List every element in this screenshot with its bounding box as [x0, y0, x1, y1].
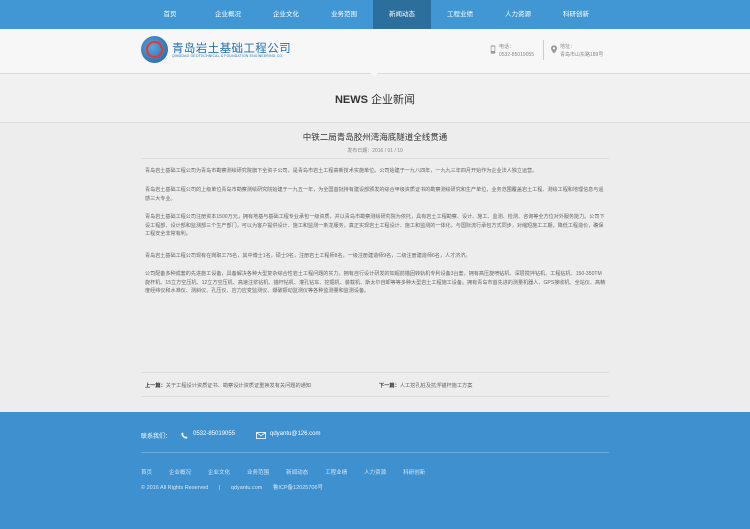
phone-number: 0532-85019055 [499, 52, 535, 58]
phone-icon [181, 432, 188, 439]
article-paragraph: 青岛岩土基础工程公司的上级单位青岛市勘察测绘研究院始建于一九五一年，为全国首批持… [145, 187, 604, 202]
article-paragraph: 青岛岩土基础工程公司注册资本1500万元，拥有地基与基础工程专业承包一级资质，并… [145, 214, 605, 238]
next-label: 下一篇： [379, 383, 400, 389]
footer-link-human-resources[interactable]: 人力资源 [364, 468, 386, 476]
section-title-en: NEWS [334, 94, 368, 106]
prev-article-link[interactable]: 上一篇：关于工程设计资质证书、勘察设计资质证重换发有关问题的通知 [145, 382, 311, 389]
article-paragraph: 青岛岩土基础工程公司现有在岗职工75名，其中博士1名，硕士9名，注册岩土工程师8… [145, 253, 471, 259]
phone-label: 电话： [499, 44, 515, 50]
footer-email[interactable]: qdyantu@126.com [270, 431, 320, 437]
footer-link-home[interactable]: 首页 [141, 468, 152, 476]
nav-item-corporate-culture[interactable]: 企业文化 [257, 0, 315, 29]
prev-label: 上一篇： [145, 383, 166, 389]
article-divider [141, 158, 609, 159]
prev-next-divider-bottom [141, 396, 609, 397]
footer-link-research[interactable]: 科研创新 [403, 468, 425, 476]
nav-menu: 首页 企业概况 企业文化 业务范围 新闻动态 工程业绩 人力资源 科研创新 [141, 0, 605, 29]
footer-divider [141, 452, 609, 453]
footer-links: 首页 企业概况 企业文化 业务范围 新闻动态 工程业绩 人力资源 科研创新 [141, 468, 442, 476]
article-paragraph: 公司配备多种成套的先进施工设备，具备解决各种大型复杂综合性岩土工程问题的实力。拥… [145, 271, 606, 295]
article-date: 发布日期：2016 / 01 / 19 [347, 148, 403, 154]
nav-item-home[interactable]: 首页 [141, 0, 199, 29]
section-title: NEWS 企业新闻 [0, 91, 750, 107]
section-title-cn: 企业新闻 [371, 94, 416, 106]
copyright-separator: | [218, 485, 221, 491]
next-title[interactable]: 人工挖孔桩及抗浮锚杆施工方案 [400, 383, 473, 389]
email-icon [256, 432, 266, 439]
site-header [0, 29, 750, 73]
company-logo[interactable] [141, 36, 168, 63]
phone-icon [490, 45, 496, 54]
footer-copyright: © 2016 All Rights Reserved | qdyantu.com… [141, 483, 332, 491]
next-article-link[interactable]: 下一篇：人工挖孔桩及抗浮锚杆施工方案 [379, 382, 472, 389]
nav-item-research[interactable]: 科研创新 [547, 0, 605, 29]
nav-item-projects[interactable]: 工程业绩 [431, 0, 489, 29]
nav-item-human-resources[interactable]: 人力资源 [489, 0, 547, 29]
header-phone: 电话： 0532-85019055 [499, 43, 534, 59]
prev-title[interactable]: 关于工程设计资质证书、勘察设计资质证重换发有关问题的通知 [166, 383, 311, 389]
footer-contact-label: 联系我们： [141, 434, 172, 440]
article-paragraph: 青岛岩土基础工程公司为青岛市勘察测绘研究院旗下全资子公司，是青岛市岩土工程高新技… [145, 168, 538, 174]
company-name-english: QINGDAO GEOTECHNICAL & FOUNDATION ENGINE… [172, 54, 284, 58]
copyright-text: © 2016 All Rights Reserved [141, 485, 209, 491]
footer-link-news[interactable]: 新闻动态 [286, 468, 308, 476]
location-pin-icon [551, 45, 557, 54]
banner-notch [369, 72, 379, 77]
footer-link-projects[interactable]: 工程业绩 [325, 468, 347, 476]
header-address: 地址： 青岛市山东路189号 [560, 43, 603, 59]
nav-item-company-overview[interactable]: 企业概况 [199, 0, 257, 29]
header-divider [543, 40, 544, 60]
footer-phone: 0532-85019055 [193, 431, 236, 437]
footer-link-business-scope[interactable]: 业务范围 [247, 468, 269, 476]
prev-next-divider-top [141, 372, 609, 373]
footer-icp[interactable]: 鲁ICP备12025706号 [273, 485, 323, 491]
footer-link-company-overview[interactable]: 企业概况 [169, 468, 191, 476]
nav-item-business-scope[interactable]: 业务范围 [315, 0, 373, 29]
address-label: 地址： [560, 44, 576, 50]
article-title: 中铁二局青岛胶州湾海底隧道全线贯通 [302, 132, 448, 142]
nav-item-news[interactable]: 新闻动态 [373, 0, 431, 29]
footer-link-corporate-culture[interactable]: 企业文化 [208, 468, 230, 476]
top-navigation: 首页 企业概况 企业文化 业务范围 新闻动态 工程业绩 人力资源 科研创新 [0, 0, 750, 29]
footer-domain[interactable]: qdyantu.com [231, 485, 263, 491]
address-text: 青岛市山东路189号 [560, 52, 604, 58]
